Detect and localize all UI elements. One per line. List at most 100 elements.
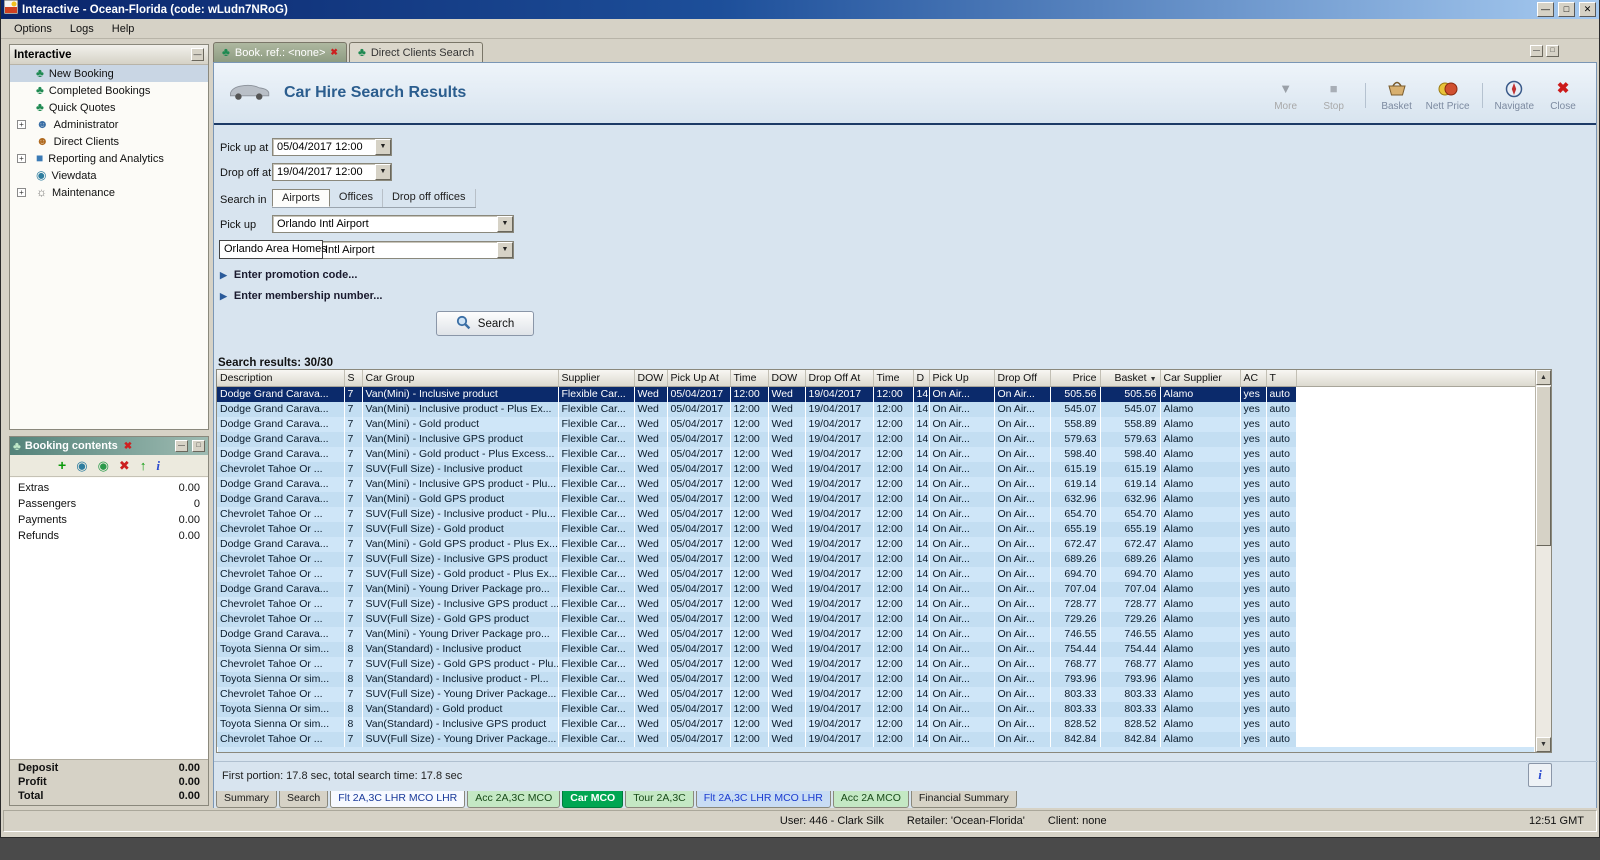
pickup-location-combo[interactable]: Orlando Intl Airport ▼ <box>272 215 514 233</box>
table-row[interactable]: Dodge Grand Carava...7Van(Mini) - Inclus… <box>217 432 1536 447</box>
booking-contents-row[interactable]: Passengers0 <box>10 498 208 514</box>
sidebar-item-reporting-and-analytics[interactable]: +■Reporting and Analytics <box>10 150 208 167</box>
booking-contents-row[interactable]: Payments0.00 <box>10 514 208 530</box>
close-window-button[interactable]: ✕ <box>1579 2 1596 17</box>
column-header-d[interactable]: D <box>913 370 929 386</box>
booking-contents-row[interactable]: Refunds0.00 <box>10 530 208 546</box>
table-row[interactable]: Dodge Grand Carava...7Van(Mini) - Gold p… <box>217 447 1536 462</box>
column-header-ac[interactable]: AC <box>1240 370 1266 386</box>
menu-options[interactable]: Options <box>5 21 61 37</box>
close-icon[interactable]: ✖ <box>124 441 171 452</box>
table-row[interactable]: Toyota Sienna Or sim...8Van(Standard) - … <box>217 702 1536 717</box>
delete-icon[interactable]: ✖ <box>119 457 130 475</box>
table-row[interactable]: Toyota Sienna Or sim...8Van(Standard) - … <box>217 642 1536 657</box>
column-header-t[interactable]: T <box>1266 370 1296 386</box>
import-icon[interactable]: ◉ <box>98 457 109 475</box>
promote-icon[interactable]: ↑ <box>140 457 147 475</box>
expand-icon[interactable]: + <box>17 154 26 163</box>
bottom-tab-flt-2a-3c-lhr-mco-lhr[interactable]: Flt 2A,3C LHR MCO LHR <box>330 791 465 808</box>
column-header-time[interactable]: Time <box>730 370 768 386</box>
membership-number-link[interactable]: ▶ Enter membership number... <box>220 290 382 302</box>
table-row[interactable]: Chevrolet Tahoe Or ...7SUV(Full Size) - … <box>217 567 1536 582</box>
bottom-tab-financial-summary[interactable]: Financial Summary <box>911 791 1017 808</box>
search-in-tab-airports[interactable]: Airports <box>272 189 330 207</box>
column-header-car-group[interactable]: Car Group <box>362 370 558 386</box>
basket-button[interactable]: Basket <box>1374 79 1420 112</box>
expand-icon[interactable]: + <box>17 120 26 129</box>
sidebar-item-direct-clients[interactable]: ☻Direct Clients <box>10 133 208 150</box>
column-header-basket[interactable]: Basket▼ <box>1100 370 1160 386</box>
add-icon[interactable]: + <box>58 457 66 475</box>
close-button[interactable]: ✖Close <box>1540 79 1586 112</box>
column-header-supplier[interactable]: Supplier <box>558 370 634 386</box>
search-in-tab-offices[interactable]: Offices <box>330 189 383 207</box>
column-header-drop-off-at[interactable]: Drop Off At <box>805 370 873 386</box>
pickup-at-combo[interactable]: 05/04/2017 12:00 ▼ <box>272 138 392 156</box>
table-row[interactable]: Toyota Sienna Or sim...8Van(Standard) - … <box>217 717 1536 732</box>
sidebar-item-quick-quotes[interactable]: ♣Quick Quotes <box>10 99 208 116</box>
column-header-description[interactable]: Description <box>217 370 344 386</box>
mdi-minimize-button[interactable]: — <box>1530 45 1543 57</box>
column-header-car-supplier[interactable]: Car Supplier <box>1160 370 1240 386</box>
sidebar-item-completed-bookings[interactable]: ♣Completed Bookings <box>10 82 208 99</box>
chevron-down-icon[interactable]: ▼ <box>497 242 513 258</box>
menu-help[interactable]: Help <box>103 21 144 37</box>
menu-logs[interactable]: Logs <box>61 21 103 37</box>
table-row[interactable]: Dodge Grand Carava...7Van(Mini) - Gold G… <box>217 492 1536 507</box>
table-row[interactable]: Chevrolet Tahoe Or ...7SUV(Full Size) - … <box>217 552 1536 567</box>
info-button[interactable]: i <box>1528 763 1552 787</box>
nett-price-button[interactable]: Nett Price <box>1422 79 1474 112</box>
column-header-drop-off[interactable]: Drop Off <box>994 370 1050 386</box>
table-row[interactable]: Dodge Grand Carava...7Van(Mini) - Gold p… <box>217 417 1536 432</box>
sidebar-item-maintenance[interactable]: +☼Maintenance <box>10 184 208 201</box>
chevron-down-icon[interactable]: ▼ <box>375 139 391 155</box>
table-row[interactable]: Chevrolet Tahoe Or ...7SUV(Full Size) - … <box>217 522 1536 537</box>
table-row[interactable]: Dodge Grand Carava...7Van(Mini) - Young … <box>217 582 1536 597</box>
dropoff-at-combo[interactable]: 19/04/2017 12:00 ▼ <box>272 163 392 181</box>
table-row[interactable]: Chevrolet Tahoe Or ...7SUV(Full Size) - … <box>217 732 1536 747</box>
vertical-scrollbar[interactable]: ▲ ▼ <box>1535 370 1551 752</box>
bottom-tab-summary[interactable]: Summary <box>216 791 277 808</box>
table-row[interactable]: Chevrolet Tahoe Or ...7SUV(Full Size) - … <box>217 657 1536 672</box>
table-row[interactable]: Dodge Grand Carava...7Van(Mini) - Young … <box>217 627 1536 642</box>
table-row[interactable]: Chevrolet Tahoe Or ...7SUV(Full Size) - … <box>217 687 1536 702</box>
close-tab-icon[interactable]: ✖ <box>330 47 338 58</box>
table-row[interactable]: Dodge Grand Carava...7Van(Mini) - Inclus… <box>217 477 1536 492</box>
sidebar-item-administrator[interactable]: +☻Administrator <box>10 116 208 133</box>
table-row[interactable]: Dodge Grand Carava...7Van(Mini) - Inclus… <box>217 402 1536 417</box>
table-row[interactable]: Toyota Sienna Or sim...8Van(Standard) - … <box>217 672 1536 687</box>
scrollbar-thumb[interactable] <box>1536 386 1551 546</box>
promotion-code-link[interactable]: ▶ Enter promotion code... <box>220 269 357 281</box>
sidebar-item-viewdata[interactable]: ◉Viewdata <box>10 167 208 184</box>
column-header-time[interactable]: Time <box>873 370 913 386</box>
chevron-down-icon[interactable]: ▼ <box>497 216 513 232</box>
bottom-tab-search[interactable]: Search <box>279 791 328 808</box>
table-row[interactable]: Dodge Grand Carava...7Van(Mini) - Inclus… <box>217 386 1536 402</box>
minimize-button[interactable]: — <box>1537 2 1554 17</box>
chevron-down-icon[interactable]: ▼ <box>375 164 391 180</box>
tab-book-ref-none[interactable]: ♣Book. ref.: <none>✖ <box>213 42 347 62</box>
scroll-up-button[interactable]: ▲ <box>1536 370 1551 385</box>
minimize-panel-button[interactable]: — <box>175 440 188 452</box>
search-in-tab-drop-off-offices[interactable]: Drop off offices <box>383 189 476 207</box>
info-icon[interactable]: i <box>156 457 160 475</box>
column-header-dow[interactable]: DOW <box>634 370 667 386</box>
expand-icon[interactable]: + <box>17 188 26 197</box>
navigate-button[interactable]: Navigate <box>1491 79 1538 112</box>
scroll-down-button[interactable]: ▼ <box>1536 737 1551 752</box>
table-row[interactable]: Chevrolet Tahoe Or ...7SUV(Full Size) - … <box>217 612 1536 627</box>
search-button[interactable]: Search <box>436 311 534 336</box>
location-suggestion-popup[interactable]: Orlando Area Homes <box>219 240 323 259</box>
booking-contents-row[interactable]: Extras0.00 <box>10 482 208 498</box>
maximize-button[interactable]: □ <box>1558 2 1575 17</box>
table-row[interactable]: Dodge Grand Carava...7Van(Mini) - Gold G… <box>217 537 1536 552</box>
tab-direct-clients-search[interactable]: ♣Direct Clients Search <box>349 42 483 62</box>
column-header-pick-up-at[interactable]: Pick Up At <box>667 370 730 386</box>
maximize-panel-button[interactable]: □ <box>192 440 205 452</box>
column-header-s[interactable]: S <box>344 370 362 386</box>
table-row[interactable]: Chevrolet Tahoe Or ...7SUV(Full Size) - … <box>217 507 1536 522</box>
bottom-tab-tour-2a-3c[interactable]: Tour 2A,3C <box>625 791 694 808</box>
globe-icon[interactable]: ◉ <box>76 457 87 475</box>
collapse-panel-button[interactable]: — <box>191 48 204 61</box>
bottom-tab-flt-2a-3c-lhr-mco-lhr[interactable]: Flt 2A,3C LHR MCO LHR <box>696 791 831 808</box>
